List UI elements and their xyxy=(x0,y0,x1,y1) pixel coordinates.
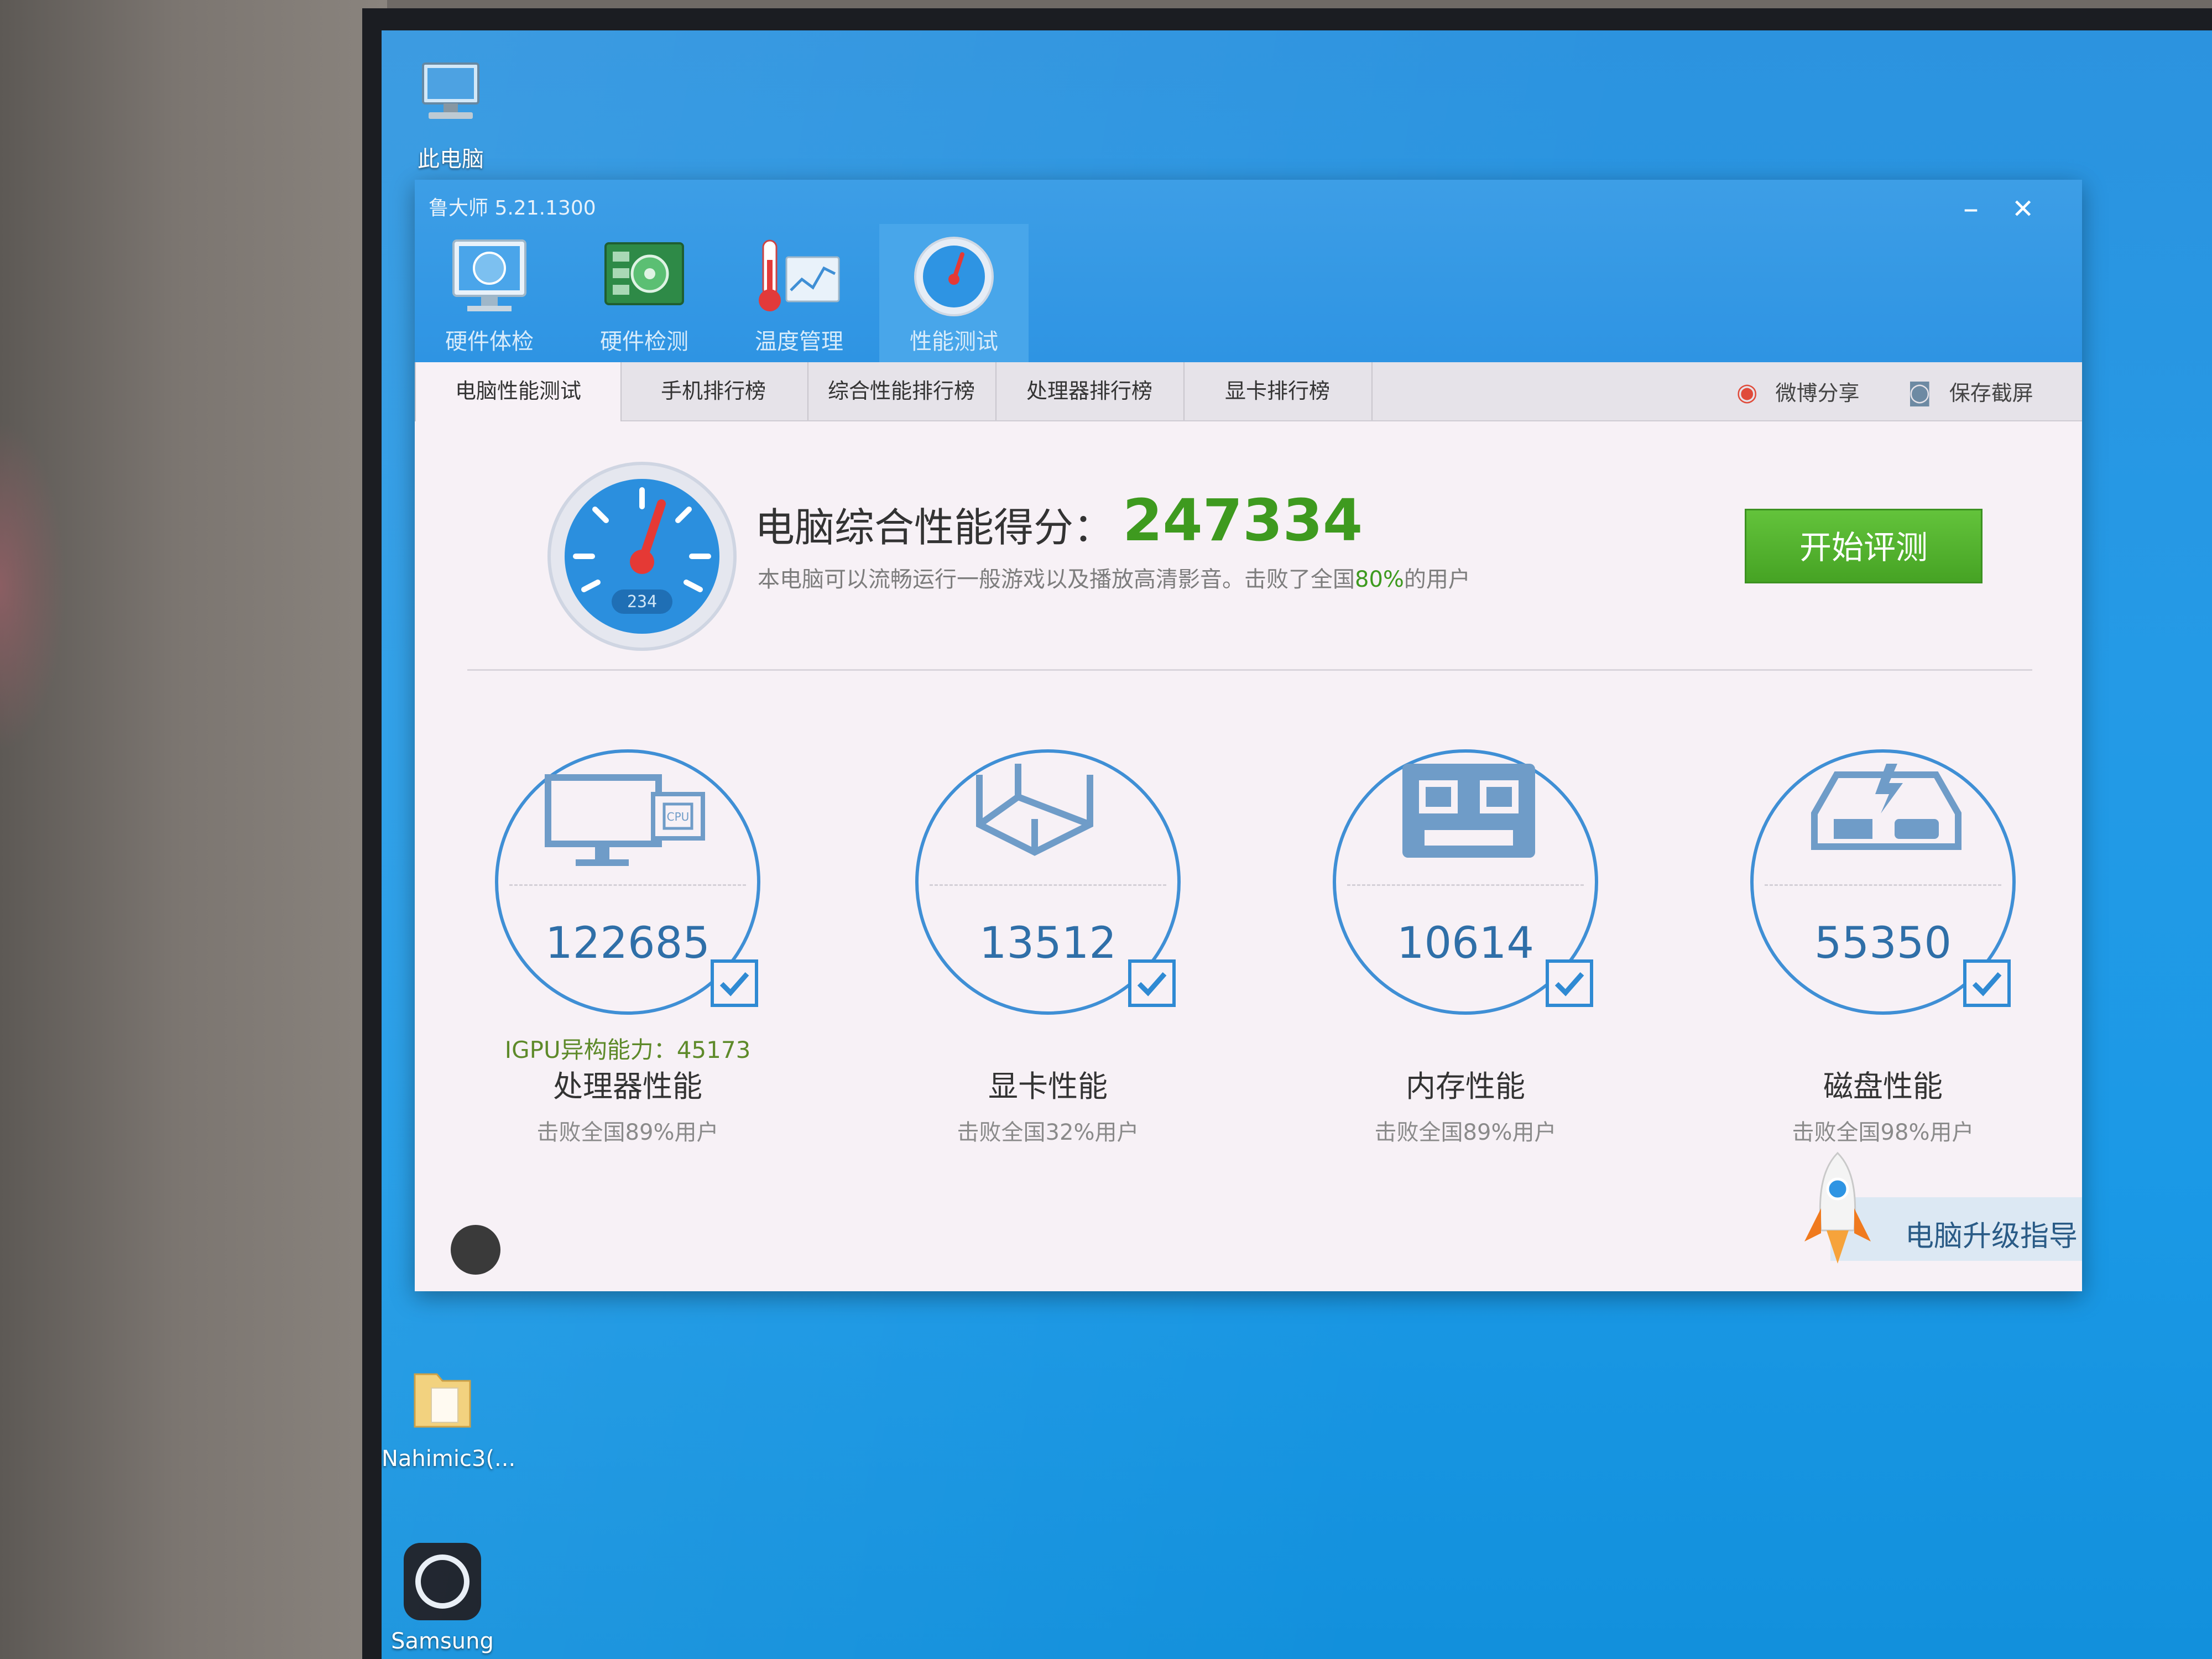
ludashi-logo-icon xyxy=(451,1225,500,1275)
score-label: 电脑综合性能得分： xyxy=(755,504,1114,551)
cpu-monitor-icon: CPU xyxy=(545,774,705,866)
divider xyxy=(467,669,2032,671)
checkmark-icon xyxy=(719,972,749,997)
computer-icon xyxy=(409,53,492,135)
tab-cpu-ranking[interactable]: 处理器排行榜 xyxy=(995,362,1185,420)
monitor-check-icon xyxy=(442,235,536,318)
circuit-board-icon xyxy=(597,235,691,318)
camera-icon: ◙ xyxy=(1908,378,1932,406)
memory-checkbox[interactable] xyxy=(1546,959,1593,1007)
speedometer-icon: 234 xyxy=(565,479,719,634)
gpu-category-label: 显卡性能 xyxy=(988,1069,1108,1104)
nav-label: 硬件体检 xyxy=(445,329,534,354)
ludashi-window: 鲁大师 5.21.1300 – ✕ 硬件体检 硬件检测 温度管理 性能测试 电脑… xyxy=(415,180,2082,1291)
close-button[interactable]: ✕ xyxy=(2012,194,2034,225)
nav-label: 性能测试 xyxy=(910,329,998,354)
nav-hardware-checkup[interactable]: 硬件体检 xyxy=(415,224,564,362)
nav-temperature[interactable]: 温度管理 xyxy=(724,224,874,362)
save-screenshot-label: 保存截屏 xyxy=(1949,381,2033,405)
score-desc-percent: 80% xyxy=(1355,567,1404,592)
svg-text:CPU: CPU xyxy=(667,810,690,823)
disk-checkbox[interactable] xyxy=(1963,959,2011,1007)
disk-category-label: 磁盘性能 xyxy=(1823,1069,1943,1104)
tab-gpu-ranking[interactable]: 显卡排行榜 xyxy=(1183,362,1373,420)
circle-divider xyxy=(509,884,746,886)
nav-hardware-detect[interactable]: 硬件检测 xyxy=(570,224,719,362)
score-description: 本电脑可以流畅运行一般游戏以及播放高清影音。击败了全国80%的用户 xyxy=(758,561,1470,593)
tab-phone-ranking[interactable]: 手机排行榜 xyxy=(619,362,808,420)
desktop-icon-this-pc[interactable]: 此电脑 xyxy=(390,53,512,173)
weibo-share-label: 微博分享 xyxy=(1775,381,1860,405)
score-value: 247334 xyxy=(1123,487,1363,554)
circle-divider xyxy=(930,884,1166,886)
gpu-checkbox[interactable] xyxy=(1128,959,1176,1007)
nav-performance-test[interactable]: 性能测试 xyxy=(879,224,1029,362)
memory-category-label: 内存性能 xyxy=(1406,1069,1525,1104)
cpu-checkbox[interactable] xyxy=(711,959,758,1007)
desktop-icon-label: Nahimic3(... xyxy=(382,1446,516,1472)
memory-chip-icon xyxy=(1402,764,1535,858)
disk-drive-icon xyxy=(1811,764,1961,850)
gauge-readout: 234 xyxy=(627,592,657,612)
folder-icon xyxy=(401,1358,484,1441)
disk-beat-text: 击败全国98%用户 xyxy=(1792,1120,1974,1145)
minimize-button[interactable]: – xyxy=(1963,194,1979,225)
score-gauge: 234 xyxy=(547,462,737,651)
title-bar: 鲁大师 5.21.1300 – ✕ 硬件体检 硬件检测 温度管理 性能测试 xyxy=(415,180,2082,362)
cpu-beat-text: 击败全国89%用户 xyxy=(536,1120,719,1145)
speedometer-icon xyxy=(907,235,1001,318)
tab-pc-performance-test[interactable]: 电脑性能测试 xyxy=(415,362,622,421)
tab-overall-ranking[interactable]: 综合性能排行榜 xyxy=(807,362,997,420)
desktop-icon-nahimic[interactable]: Nahimic3(... xyxy=(382,1358,515,1472)
nav-label: 硬件检测 xyxy=(600,329,688,354)
wall-shadow xyxy=(0,420,66,752)
desktop-icon-samsung[interactable]: Samsung xyxy=(382,1540,503,1654)
tab-bar: 电脑性能测试 手机排行榜 综合性能排行榜 处理器排行榜 显卡排行榜 ◉ 微博分享… xyxy=(415,362,2082,421)
circle-divider xyxy=(1765,884,2001,886)
checkmark-icon xyxy=(1137,972,1167,997)
checkmark-icon xyxy=(1972,972,2002,997)
upgrade-guide-label: 电脑升级指导 xyxy=(1905,1220,2078,1253)
igpu-score: IGPU异构能力：45173 xyxy=(504,1036,751,1063)
checkmark-icon xyxy=(1554,972,1584,997)
nav-label: 温度管理 xyxy=(755,329,843,354)
desktop-icon-label: 此电脑 xyxy=(418,147,484,172)
memory-beat-text: 击败全国89%用户 xyxy=(1374,1120,1557,1145)
save-screenshot-button[interactable]: ◙ 保存截屏 xyxy=(1908,362,2033,420)
rocket-icon xyxy=(1802,1147,1874,1269)
window-title: 鲁大师 5.21.1300 xyxy=(429,197,596,220)
weibo-share-button[interactable]: ◉ 微博分享 xyxy=(1736,362,1860,420)
score-desc-suffix: 的用户 xyxy=(1404,567,1470,592)
desktop-icon-label: Samsung xyxy=(391,1629,494,1654)
thermometer-icon xyxy=(752,235,846,318)
circle-divider xyxy=(1347,884,1584,886)
start-test-button[interactable]: 开始评测 xyxy=(1745,509,1983,583)
wall-background xyxy=(0,0,387,1659)
gpu-beat-text: 击败全国32%用户 xyxy=(957,1120,1139,1145)
graphics-cube-icon xyxy=(976,764,1093,856)
samsung-app-icon xyxy=(401,1540,484,1623)
weibo-icon: ◉ xyxy=(1736,378,1758,406)
cpu-category-label: 处理器性能 xyxy=(553,1069,702,1104)
score-desc-prefix: 本电脑可以流畅运行一般游戏以及播放高清影音。击败了全国 xyxy=(758,567,1355,592)
